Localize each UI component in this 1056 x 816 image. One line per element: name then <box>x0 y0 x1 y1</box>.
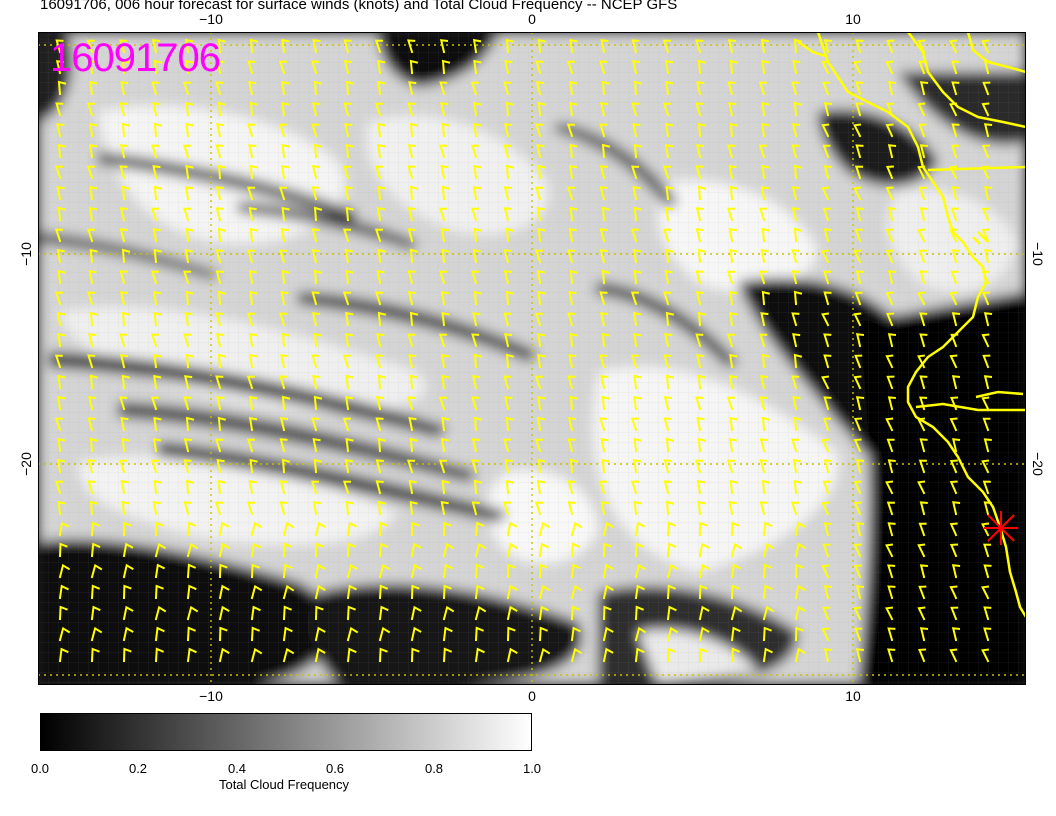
date-stamp: 16091706 <box>50 36 221 80</box>
lon-tick-top-3: 10 <box>845 11 861 27</box>
colorbar <box>40 713 532 751</box>
lon-tick-top-1: −10 <box>199 11 223 27</box>
lat-tick-left-1: −10 <box>18 242 34 266</box>
lon-tick-top-2: 0 <box>528 11 536 27</box>
colorbar-tick: 1.0 <box>522 761 542 776</box>
lon-tick-bottom-3: 10 <box>845 688 861 704</box>
lat-tick-right-2: −20 <box>1030 452 1046 476</box>
colorbar-tick: 0.2 <box>128 761 148 776</box>
colorbar-tick: 0.4 <box>227 761 247 776</box>
colorbar-tick: 0.6 <box>325 761 345 776</box>
location-marker-icon <box>984 511 1018 545</box>
lon-tick-bottom-1: −10 <box>199 688 223 704</box>
colorbar-tick: 0.8 <box>424 761 444 776</box>
map-canvas <box>38 32 1026 685</box>
cloud-wind-map <box>38 32 1026 685</box>
lat-tick-right-1: −10 <box>1030 242 1046 266</box>
lat-tick-left-2: −20 <box>18 452 34 476</box>
map-title: 16091706, 006 hour forecast for surface … <box>40 0 678 13</box>
colorbar-tick: 0.0 <box>30 761 50 776</box>
lon-tick-bottom-2: 0 <box>528 688 536 704</box>
colorbar-label: Total Cloud Frequency <box>218 777 350 792</box>
